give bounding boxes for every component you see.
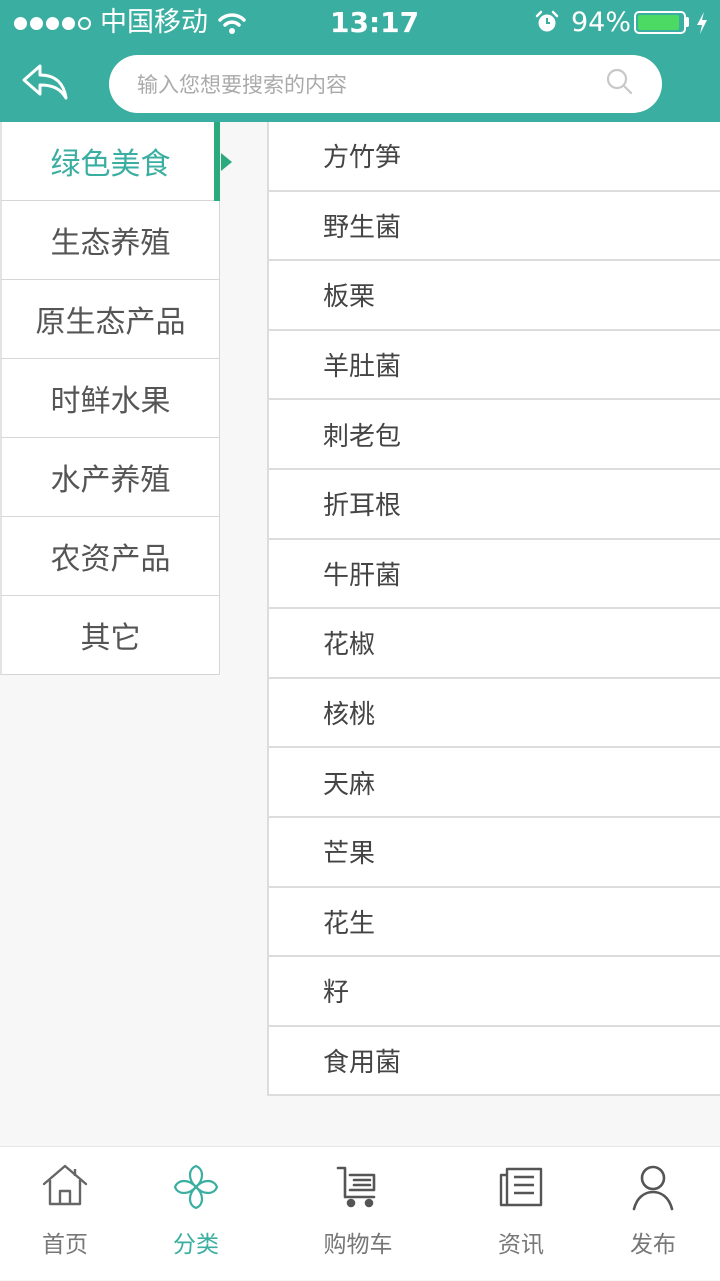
clock-time: 13:17 xyxy=(330,6,420,39)
category-label: 农资产品 xyxy=(50,542,171,577)
search-bar[interactable] xyxy=(109,55,662,113)
category-label: 生态养殖 xyxy=(50,226,171,261)
tab-label: 购物车 xyxy=(323,1232,393,1258)
list-item[interactable]: 野生菌 xyxy=(269,191,720,262)
signal-icon xyxy=(14,17,91,30)
tab-label: 分类 xyxy=(173,1232,219,1258)
tab-category[interactable]: 分类 xyxy=(141,1147,251,1281)
category-item-agri-supplies[interactable]: 农资产品 xyxy=(0,517,220,596)
tab-home[interactable]: 首页 xyxy=(10,1147,120,1281)
status-bar: 中国移动 13:17 94% xyxy=(0,0,720,46)
list-item[interactable]: 食用菌 xyxy=(269,1026,720,1097)
battery-percent: 94% xyxy=(571,7,632,38)
category-item-aquaculture[interactable]: 水产养殖 xyxy=(0,438,220,517)
category-label: 时鲜水果 xyxy=(50,384,171,419)
category-label: 水产养殖 xyxy=(50,463,171,498)
search-input[interactable] xyxy=(135,67,599,103)
list-item[interactable]: 板栗 xyxy=(269,261,720,331)
tab-cart[interactable]: 购物车 xyxy=(303,1147,413,1281)
tab-news[interactable]: 资讯 xyxy=(466,1147,576,1281)
subcategory-list: 方竹笋 野生菌 板栗 羊肚菌 刺老包 折耳根 牛肝菌 花椒 核桃 天麻 芒果 花… xyxy=(267,122,720,1097)
list-item[interactable]: 折耳根 xyxy=(269,469,720,540)
category-item-green-food[interactable]: 绿色美食 xyxy=(0,122,232,201)
home-icon xyxy=(41,1163,89,1211)
category-item-fresh-fruit[interactable]: 时鲜水果 xyxy=(0,359,220,438)
category-label: 原生态产品 xyxy=(35,305,186,340)
category-sidebar: 绿色美食 生态养殖 原生态产品 时鲜水果 水产养殖 农资产品 其它 xyxy=(0,122,232,675)
user-icon xyxy=(629,1163,677,1215)
carrier-label: 中国移动 xyxy=(100,7,208,38)
list-item[interactable]: 方竹笋 xyxy=(269,122,720,192)
category-label: 绿色美食 xyxy=(50,147,171,182)
reply-arrow-icon xyxy=(22,64,68,100)
cart-icon xyxy=(334,1163,382,1213)
clover-icon xyxy=(172,1163,220,1215)
list-item[interactable]: 芒果 xyxy=(269,817,720,888)
charging-icon xyxy=(695,11,709,39)
wifi-icon xyxy=(217,11,247,39)
list-item[interactable]: 天麻 xyxy=(269,748,720,818)
battery-icon xyxy=(634,11,686,34)
alarm-icon xyxy=(535,10,559,38)
category-item-original-eco[interactable]: 原生态产品 xyxy=(0,280,220,359)
header: 中国移动 13:17 94% xyxy=(0,0,720,122)
list-item[interactable]: 核桃 xyxy=(269,678,720,749)
tab-label: 发布 xyxy=(630,1232,676,1258)
tab-label: 资讯 xyxy=(498,1232,544,1258)
tab-bar: 首页 分类 购物车 资讯 发布 xyxy=(0,1146,720,1280)
tab-label: 首页 xyxy=(42,1232,88,1258)
list-item[interactable]: 牛肝菌 xyxy=(269,539,720,610)
active-pointer-icon xyxy=(221,153,232,171)
list-item[interactable]: 刺老包 xyxy=(269,400,720,470)
category-item-other[interactable]: 其它 xyxy=(0,596,220,675)
list-item[interactable]: 花椒 xyxy=(269,609,720,679)
category-item-eco-farming[interactable]: 生态养殖 xyxy=(0,201,220,280)
category-label: 其它 xyxy=(80,621,141,656)
list-item[interactable]: 籽 xyxy=(269,957,720,1027)
tab-publish[interactable]: 发布 xyxy=(598,1147,708,1281)
news-icon xyxy=(497,1163,545,1215)
back-button[interactable] xyxy=(20,62,70,102)
list-item[interactable]: 花生 xyxy=(269,887,720,958)
list-item[interactable]: 羊肚菌 xyxy=(269,330,720,401)
search-icon[interactable] xyxy=(605,67,635,101)
